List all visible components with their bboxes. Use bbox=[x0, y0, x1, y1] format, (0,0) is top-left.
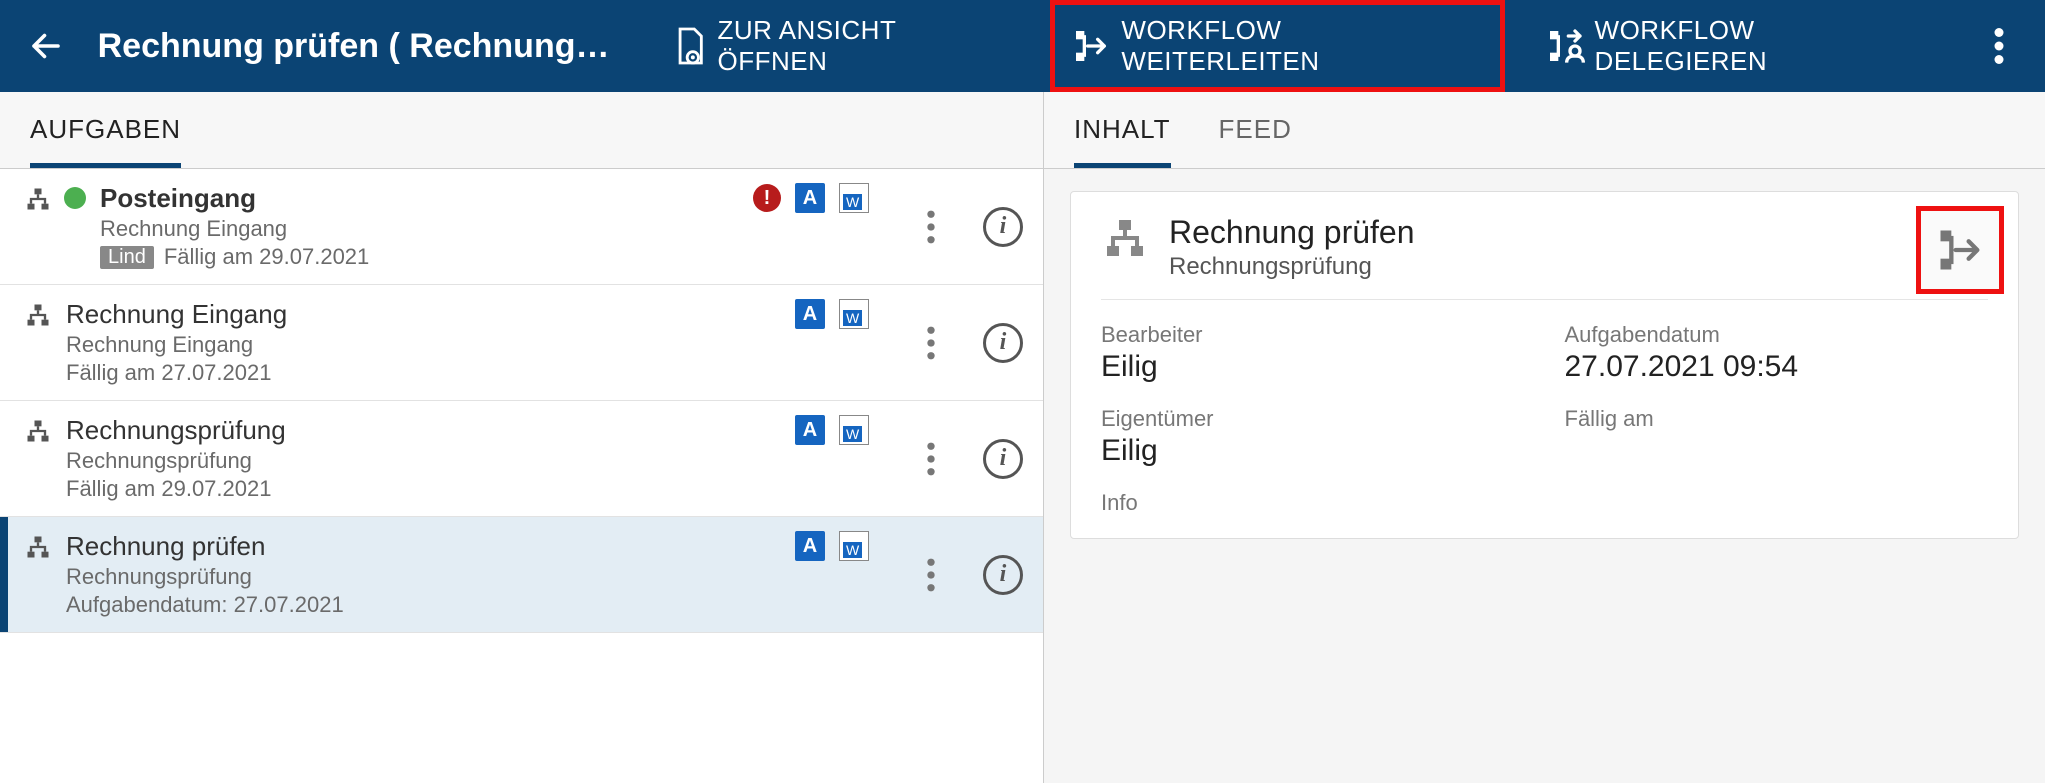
task-title: Posteingang bbox=[100, 183, 400, 214]
open-view-button[interactable]: ZUR ANSICHT ÖFFNEN bbox=[657, 5, 1026, 87]
task-type-icons: !A bbox=[753, 183, 869, 213]
workflow-delegate-icon bbox=[1545, 26, 1585, 66]
task-row[interactable]: RechnungsprüfungRechnungsprüfungFällig a… bbox=[0, 401, 1043, 517]
workflow-icon bbox=[24, 301, 52, 329]
task-more-button[interactable] bbox=[909, 437, 953, 481]
task-meta-text: Fällig am 27.07.2021 bbox=[66, 360, 271, 386]
task-row[interactable]: Rechnung EingangRechnung EingangFällig a… bbox=[0, 285, 1043, 401]
field-value: Eilig bbox=[1101, 434, 1525, 468]
word-doc-icon bbox=[839, 415, 869, 445]
field-value: 27.07.2021 09:54 bbox=[1565, 350, 1989, 384]
field-value: Eilig bbox=[1101, 350, 1525, 384]
task-more-button[interactable] bbox=[909, 321, 953, 365]
task-type-icons: A bbox=[795, 299, 869, 329]
detail-title: Rechnung prüfen bbox=[1169, 214, 1415, 251]
task-subtitle: Rechnung Eingang bbox=[66, 332, 366, 358]
field-info: Info bbox=[1101, 490, 1988, 516]
user-badge: Lind bbox=[100, 246, 154, 269]
archive-a-icon: A bbox=[795, 531, 825, 561]
task-list: PosteingangRechnung EingangLindFällig am… bbox=[0, 169, 1043, 783]
task-info-button[interactable]: i bbox=[981, 205, 1025, 249]
tab-feed[interactable]: FEED bbox=[1219, 114, 1292, 168]
workflow-icon bbox=[1101, 214, 1149, 262]
page-title: Rechnung prüfen ( Rechnung… bbox=[98, 27, 610, 66]
more-menu-button[interactable] bbox=[1975, 22, 2023, 70]
right-tabs: INHALT FEED bbox=[1044, 92, 2045, 169]
left-tabs: AUFGABEN bbox=[0, 92, 1043, 169]
open-view-label: ZUR ANSICHT ÖFFNEN bbox=[717, 15, 1010, 77]
left-pane: AUFGABEN PosteingangRechnung EingangLind… bbox=[0, 92, 1044, 783]
detail-card: Rechnung prüfen Rechnungsprüfung Bearbei… bbox=[1070, 191, 2019, 539]
workflow-icon bbox=[24, 185, 52, 213]
delegate-workflow-label: WORKFLOW DELEGIEREN bbox=[1595, 15, 1932, 77]
detail-subtitle: Rechnungsprüfung bbox=[1169, 253, 1415, 281]
forward-workflow-label: WORKFLOW WEITERLEITEN bbox=[1121, 15, 1483, 77]
task-row[interactable]: Rechnung prüfenRechnungsprüfungAufgabend… bbox=[0, 517, 1043, 633]
task-meta-text: Fällig am 29.07.2021 bbox=[66, 476, 271, 502]
doc-eye-icon bbox=[673, 26, 707, 66]
task-title: Rechnung prüfen bbox=[66, 531, 366, 562]
task-subtitle: Rechnungsprüfung bbox=[66, 448, 366, 474]
task-meta: Lind Fällig am 29.07.2021 bbox=[100, 244, 400, 270]
archive-a-icon: A bbox=[795, 183, 825, 213]
task-more-button[interactable] bbox=[909, 553, 953, 597]
field-bearbeiter: Bearbeiter Eilig bbox=[1101, 322, 1525, 384]
field-label: Aufgabendatum bbox=[1565, 322, 1989, 348]
urgent-icon: ! bbox=[753, 184, 781, 212]
task-meta-text: Aufgabendatum: 27.07.2021 bbox=[66, 592, 344, 618]
archive-a-icon: A bbox=[795, 299, 825, 329]
task-meta: Aufgabendatum: 27.07.2021 bbox=[66, 592, 366, 618]
status-dot-icon bbox=[64, 187, 86, 209]
app-header: Rechnung prüfen ( Rechnung… ZUR ANSICHT … bbox=[0, 0, 2045, 92]
task-type-icons: A bbox=[795, 415, 869, 445]
delegate-workflow-button[interactable]: WORKFLOW DELEGIEREN bbox=[1529, 5, 1948, 87]
right-pane: INHALT FEED bbox=[1044, 92, 2045, 783]
tab-tasks[interactable]: AUFGABEN bbox=[30, 114, 181, 168]
forward-workflow-button[interactable]: WORKFLOW WEITERLEITEN bbox=[1050, 0, 1504, 92]
task-subtitle: Rechnungsprüfung bbox=[66, 564, 366, 590]
field-label: Bearbeiter bbox=[1101, 322, 1525, 348]
field-label: Eigentümer bbox=[1101, 406, 1525, 432]
workflow-icon bbox=[24, 417, 52, 445]
word-doc-icon bbox=[839, 299, 869, 329]
header-actions: ZUR ANSICHT ÖFFNEN WORKFLOW WEITERLEITEN bbox=[657, 0, 1947, 92]
task-subtitle: Rechnung Eingang bbox=[100, 216, 400, 242]
field-label: Fällig am bbox=[1565, 406, 1989, 432]
task-title: Rechnungsprüfung bbox=[66, 415, 366, 446]
task-info-button[interactable]: i bbox=[981, 321, 1025, 365]
task-meta: Fällig am 27.07.2021 bbox=[66, 360, 366, 386]
task-type-icons: A bbox=[795, 531, 869, 561]
task-more-button[interactable] bbox=[909, 205, 953, 249]
field-faellig: Fällig am bbox=[1565, 406, 1989, 468]
field-aufgabendatum: Aufgabendatum 27.07.2021 09:54 bbox=[1565, 322, 1989, 384]
task-info-button[interactable]: i bbox=[981, 553, 1025, 597]
workflow-forward-icon bbox=[1071, 26, 1111, 66]
task-info-button[interactable]: i bbox=[981, 437, 1025, 481]
field-label: Info bbox=[1101, 490, 1988, 516]
word-doc-icon bbox=[839, 183, 869, 213]
task-row[interactable]: PosteingangRechnung Eingang Lind Fällig am… bbox=[0, 169, 1043, 285]
task-meta-text: Fällig am 29.07.2021 bbox=[164, 244, 369, 270]
field-eigentuemer: Eigentümer Eilig bbox=[1101, 406, 1525, 468]
task-meta: Fällig am 29.07.2021 bbox=[66, 476, 366, 502]
archive-a-icon: A bbox=[795, 415, 825, 445]
word-doc-icon bbox=[839, 531, 869, 561]
back-button[interactable] bbox=[22, 22, 70, 70]
forward-workflow-shortcut[interactable] bbox=[1916, 206, 2004, 294]
task-title: Rechnung Eingang bbox=[66, 299, 366, 330]
workflow-icon bbox=[24, 533, 52, 561]
tab-content[interactable]: INHALT bbox=[1074, 114, 1171, 168]
